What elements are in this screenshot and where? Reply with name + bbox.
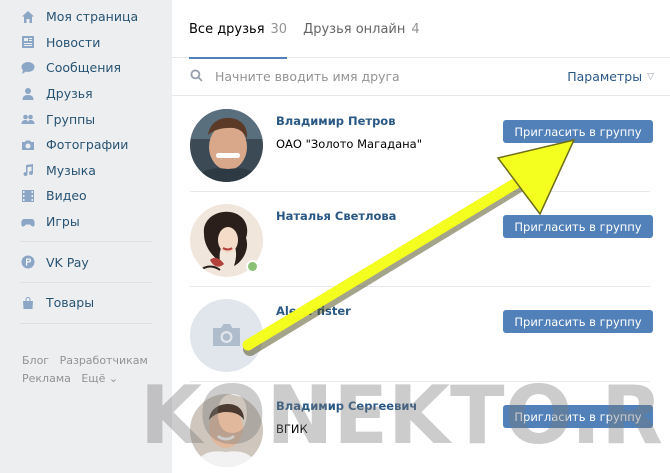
- sidebar-item-label: Игры: [46, 214, 80, 230]
- tab-label: Друзья онлайн: [303, 21, 406, 37]
- sidebar-item-label: Фотографии: [46, 137, 129, 153]
- sidebar-item-friends[interactable]: Друзья: [0, 81, 160, 107]
- parameters-dropdown[interactable]: Параметры ▽: [567, 69, 654, 84]
- sidebar-item-label: Моя страница: [46, 9, 139, 25]
- chevron-down-icon: ▽: [647, 71, 654, 82]
- friend-row: Alex Pfister Пригласить в группу: [172, 287, 670, 382]
- tab-count: 30: [270, 21, 288, 37]
- sidebar-divider: [20, 322, 152, 324]
- sidebar-item-photos[interactable]: Фотографии: [0, 132, 160, 158]
- tab-friends-online[interactable]: Друзья онлайн 4: [303, 0, 420, 58]
- avatar[interactable]: [190, 109, 263, 182]
- friend-name-link[interactable]: Alex Pfister: [276, 304, 351, 318]
- sidebar-item-games[interactable]: Игры: [0, 209, 160, 235]
- camera-icon: [20, 138, 35, 152]
- avatar[interactable]: [190, 394, 263, 467]
- friend-row: Владимир Петров ОАО "Золото Магадана" Пр…: [172, 97, 670, 192]
- friend-name-link[interactable]: Наталья Светлова: [276, 209, 396, 223]
- avatar-photo: [190, 109, 263, 182]
- sidebar-item-label: Сообщения: [46, 60, 122, 76]
- parameters-label: Параметры: [567, 69, 643, 84]
- friend-name-link[interactable]: Владимир Сергеевич: [276, 399, 417, 413]
- tab-label: Все друзья: [189, 21, 265, 37]
- sidebar-item-label: Друзья: [46, 86, 93, 102]
- gamepad-icon: [20, 215, 35, 229]
- sidebar-item-video[interactable]: Видео: [0, 183, 160, 209]
- tab-count: 4: [411, 21, 420, 37]
- friend-row: Наталья Светлова Пригласить в группу: [172, 192, 670, 287]
- footer-link-developers[interactable]: Разработчикам: [60, 352, 148, 370]
- sidebar-footer: Блог Разработчикам Реклама Ещё ⌄: [22, 352, 155, 388]
- avatar-photo: [190, 394, 263, 467]
- sidebar-item-label: Группы: [46, 111, 96, 127]
- camera-icon: [190, 299, 263, 372]
- footer-link-blog[interactable]: Блог: [22, 352, 49, 370]
- friends-panel: Все друзья 30 Друзья онлайн 4 Параметры …: [172, 0, 670, 473]
- tab-all-friends[interactable]: Все друзья 30: [189, 0, 288, 59]
- search-icon: [190, 68, 203, 85]
- invite-to-group-button[interactable]: Пригласить в группу: [503, 405, 653, 428]
- video-icon: [20, 189, 35, 203]
- sidebar-item-messages[interactable]: Сообщения: [0, 55, 160, 81]
- friend-name-link[interactable]: Владимир Петров: [276, 114, 396, 128]
- vkpay-icon: [20, 255, 35, 269]
- sidebar-item-my-page[interactable]: Моя страница: [0, 4, 160, 30]
- friends-icon: [20, 87, 35, 101]
- groups-icon: [20, 112, 35, 126]
- sidebar-item-label: Новости: [46, 34, 101, 50]
- avatar[interactable]: [190, 299, 263, 372]
- sidebar-item-label: Видео: [46, 188, 87, 204]
- music-icon: [20, 163, 35, 177]
- invite-to-group-button[interactable]: Пригласить в группу: [503, 310, 653, 333]
- online-indicator: [246, 260, 259, 273]
- sidebar-item-label: Товары: [46, 295, 95, 311]
- friend-row: Владимир Сергеевич ВГИК Пригласить в гру…: [172, 382, 670, 473]
- bag-icon: [20, 296, 35, 310]
- friend-subtitle: ВГИК: [276, 422, 308, 436]
- friend-search-input[interactable]: [215, 69, 568, 84]
- friend-search-bar: Параметры ▽: [172, 58, 670, 96]
- sidebar-item-vkpay[interactable]: VK Pay: [0, 249, 160, 275]
- sidebar-item-label: VK Pay: [46, 254, 89, 270]
- sidebar-item-news[interactable]: Новости: [0, 30, 160, 56]
- messages-icon: [20, 61, 35, 75]
- news-icon: [20, 35, 35, 49]
- sidebar-item-goods[interactable]: Товары: [0, 290, 160, 316]
- invite-to-group-button[interactable]: Пригласить в группу: [503, 215, 653, 238]
- sidebar-item-groups[interactable]: Группы: [0, 106, 160, 132]
- footer-link-ads[interactable]: Реклама: [22, 370, 71, 388]
- sidebar-item-music[interactable]: Музыка: [0, 158, 160, 184]
- left-sidebar: Моя страница Новости Сообщения Друзья Гр…: [0, 0, 160, 473]
- friend-subtitle: ОАО "Золото Магадана": [276, 137, 423, 151]
- sidebar-item-label: Музыка: [46, 162, 96, 178]
- sidebar-divider: [20, 241, 152, 243]
- friends-tabs: Все друзья 30 Друзья онлайн 4: [172, 0, 670, 59]
- home-icon: [20, 10, 35, 24]
- invite-to-group-button[interactable]: Пригласить в группу: [503, 120, 653, 143]
- sidebar-divider: [20, 281, 152, 283]
- footer-link-more[interactable]: Ещё ⌄: [81, 370, 118, 388]
